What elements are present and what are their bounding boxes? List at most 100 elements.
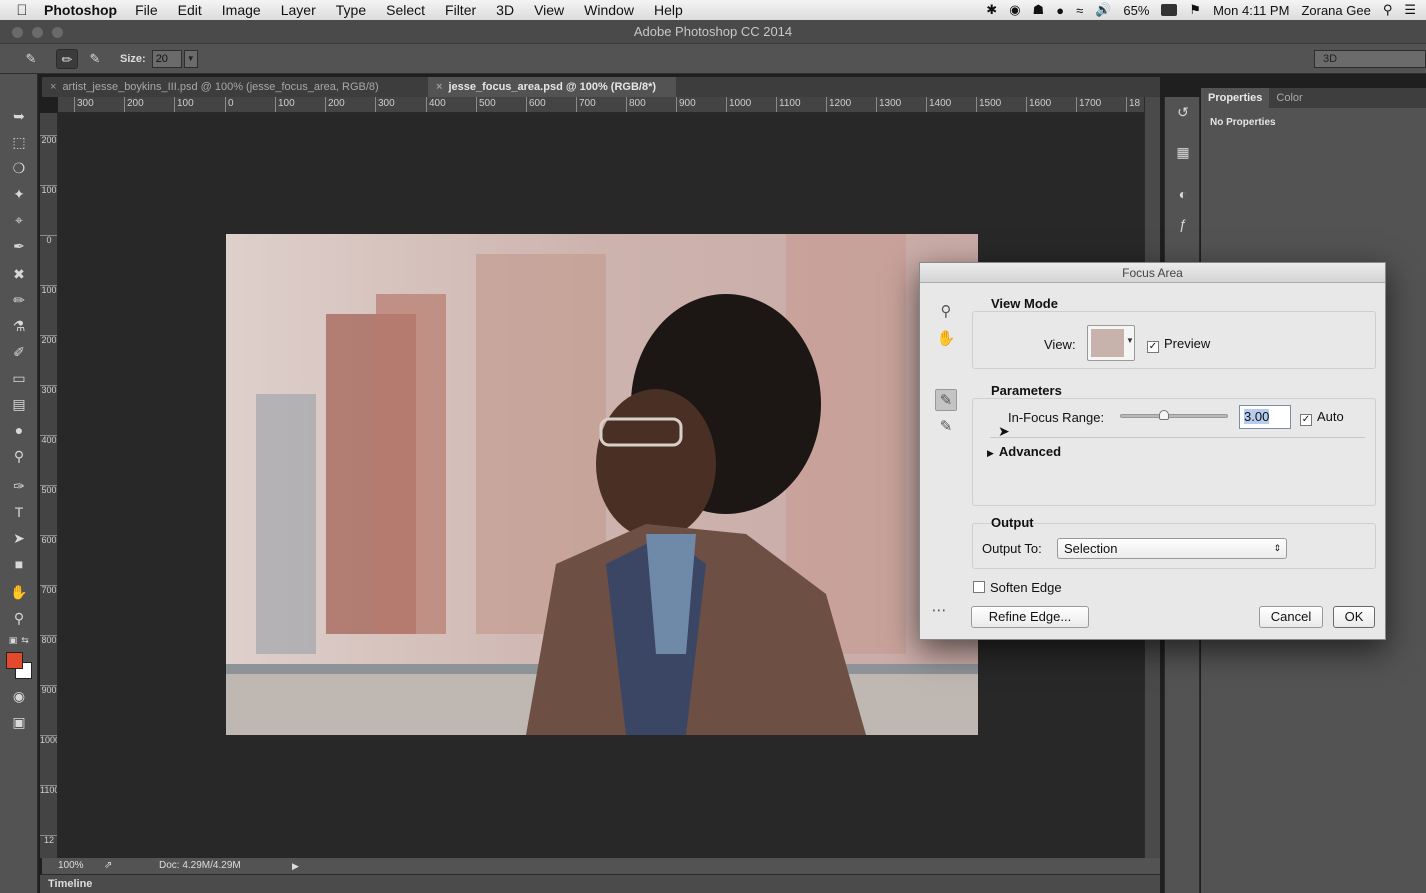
home-icon[interactable]: ☗ (1033, 2, 1045, 18)
history-brush-tool-icon[interactable]: ✐ (8, 342, 30, 362)
vertical-ruler: 200 100 0 100 200 300 400 500 600 700 80… (40, 113, 58, 858)
menu-edit[interactable]: Edit (178, 2, 202, 18)
magic-wand-tool-icon[interactable]: ✦ (8, 184, 30, 204)
battery-indicator[interactable]: 65% (1123, 3, 1149, 18)
document-photo[interactable] (226, 234, 978, 735)
app-menu[interactable]: Photoshop (44, 2, 117, 18)
styles-panel-icon[interactable]: ƒ (1173, 215, 1193, 233)
volume-icon[interactable]: 🔊 (1095, 2, 1111, 18)
quick-mask-icon[interactable]: ◉ (8, 686, 30, 706)
output-to-select[interactable]: Selection ⇕ (1057, 538, 1287, 559)
dodge-tool-icon[interactable]: ⚲ (8, 446, 30, 466)
eraser-tool-icon[interactable]: ▭ (8, 368, 30, 388)
crop-tool-icon[interactable]: ⌖ (8, 210, 30, 230)
tool-preset-picker-icon[interactable]: ✎ (20, 49, 42, 69)
ruler-label: 800 (40, 635, 57, 645)
ruler-label: 700 (40, 585, 57, 595)
menu-image[interactable]: Image (222, 2, 261, 18)
menu-filter[interactable]: Filter (445, 2, 476, 18)
portrait-photo (226, 234, 978, 735)
focus-area-add-tool-icon[interactable]: ✎ (935, 389, 957, 411)
hand-tool-icon[interactable]: ✋ (8, 582, 30, 602)
ruler-label: 1600 (1026, 97, 1051, 112)
status-menu-arrow-icon[interactable]: ▶ (292, 858, 299, 874)
timeline-panel[interactable]: Timeline (40, 874, 1160, 893)
move-tool-icon[interactable]: ➥ (8, 106, 30, 126)
ruler-label: 1200 (826, 97, 851, 112)
type-tool-icon[interactable]: T (8, 502, 30, 522)
clock[interactable]: Mon 4:11 PM (1213, 3, 1289, 18)
tab-jesse-focus-area[interactable]: × jesse_focus_area.psd @ 100% (RGB/8*) (428, 77, 676, 97)
in-focus-range-input[interactable]: 3.00 (1239, 405, 1291, 429)
clone-stamp-tool-icon[interactable]: ⚗ (8, 316, 30, 336)
hand-tool-icon[interactable]: ✋ (935, 328, 957, 350)
eyedropper-tool-icon[interactable]: ✒ (8, 236, 30, 256)
tab-artist-jesse-boykins[interactable]: × artist_jesse_boykins_III.psd @ 100% (je… (42, 77, 426, 97)
menu-file[interactable]: File (135, 2, 158, 18)
creative-cloud-icon[interactable]: ◉ (1009, 2, 1020, 18)
menu-3d[interactable]: 3D (496, 2, 514, 18)
size-dropdown-icon[interactable]: ▼ (183, 49, 198, 68)
zoom-window-button[interactable] (52, 27, 63, 38)
pen-tool-icon[interactable]: ✑ (8, 476, 30, 496)
refine-edge-button[interactable]: Refine Edge... (971, 606, 1089, 628)
flag-icon[interactable]: ⚑ (1189, 2, 1201, 18)
screen-mode-icon[interactable]: ▣ (8, 712, 30, 732)
focus-area-subtract-tool-icon[interactable]: ✎ (935, 416, 957, 438)
close-tab-icon[interactable]: × (50, 81, 56, 93)
menu-select[interactable]: Select (386, 2, 425, 18)
preview-checkbox[interactable]: ✓ Preview (1147, 336, 1210, 353)
minimize-window-button[interactable] (32, 27, 43, 38)
menu-help[interactable]: Help (654, 2, 683, 18)
share-icon[interactable]: ⇗ (104, 858, 112, 874)
gradient-tool-icon[interactable]: ▤ (8, 394, 30, 414)
adjustments-panel-icon[interactable]: ◐ (1173, 185, 1193, 203)
zoom-level[interactable]: 100% (58, 858, 84, 874)
tab-properties[interactable]: Properties (1201, 88, 1270, 108)
soften-edge-checkbox[interactable]: Soften Edge (973, 580, 1062, 595)
zoom-tool-icon[interactable]: ⚲ (8, 608, 30, 628)
zoom-tool-icon[interactable]: ⚲ (935, 301, 957, 323)
foreground-color-swatch[interactable] (6, 652, 23, 669)
lasso-tool-icon[interactable]: ❍ (8, 158, 30, 178)
bluetooth-icon[interactable]: ✱ (986, 2, 997, 18)
advanced-disclosure[interactable]: ▶ Advanced (987, 444, 1061, 459)
in-focus-range-label: In-Focus Range: (1008, 410, 1105, 425)
document-size[interactable]: Doc: 4.29M/4.29M (159, 858, 241, 874)
blur-tool-icon[interactable]: ● (8, 420, 30, 440)
ruler-label: 1400 (926, 97, 951, 112)
close-tab-icon[interactable]: × (436, 81, 442, 93)
user-name[interactable]: Zorana Gee (1301, 3, 1370, 18)
menu-window[interactable]: Window (584, 2, 634, 18)
subtract-from-selection-brush-icon[interactable]: ✎ (84, 49, 106, 69)
rectangle-tool-icon[interactable]: ■ (8, 554, 30, 574)
view-mode-dropdown[interactable]: ▼ (1087, 325, 1135, 361)
ruler-label: 100 (40, 185, 57, 195)
auto-checkbox[interactable]: ✓ Auto (1300, 409, 1344, 426)
workspace-switcher[interactable]: 3D (1314, 50, 1426, 68)
in-focus-range-slider[interactable] (1120, 410, 1228, 420)
ruler-label: 100 (174, 97, 194, 112)
size-input[interactable]: 20 (151, 49, 182, 68)
healing-brush-tool-icon[interactable]: ✖ (8, 264, 30, 284)
ok-button[interactable]: OK (1333, 606, 1375, 628)
tab-color[interactable]: Color (1269, 88, 1309, 108)
cancel-button[interactable]: Cancel (1259, 606, 1323, 628)
spotlight-icon[interactable]: ⚲ (1383, 2, 1393, 18)
swap-colors-icon[interactable]: ⇆ (14, 630, 36, 650)
swatches-panel-icon[interactable]: ▦ (1173, 143, 1193, 161)
menu-type[interactable]: Type (336, 2, 366, 18)
path-selection-tool-icon[interactable]: ➤ (8, 528, 30, 548)
marquee-tool-icon[interactable]: ⬚ (8, 132, 30, 152)
add-to-selection-brush-icon[interactable]: ✏ (56, 48, 78, 69)
close-window-button[interactable] (12, 27, 23, 38)
notification-center-icon[interactable]: ☰ (1404, 2, 1416, 18)
wifi-icon[interactable]: ≈ (1076, 3, 1083, 18)
history-panel-icon[interactable]: ↺ (1173, 103, 1193, 121)
brush-tool-icon[interactable]: ✏ (8, 290, 30, 310)
menu-view[interactable]: View (534, 2, 564, 18)
slider-thumb[interactable] (1159, 410, 1170, 420)
apple-menu-icon[interactable]:  (0, 2, 44, 19)
notification-icon[interactable]: ● (1056, 3, 1064, 18)
menu-layer[interactable]: Layer (281, 2, 316, 18)
